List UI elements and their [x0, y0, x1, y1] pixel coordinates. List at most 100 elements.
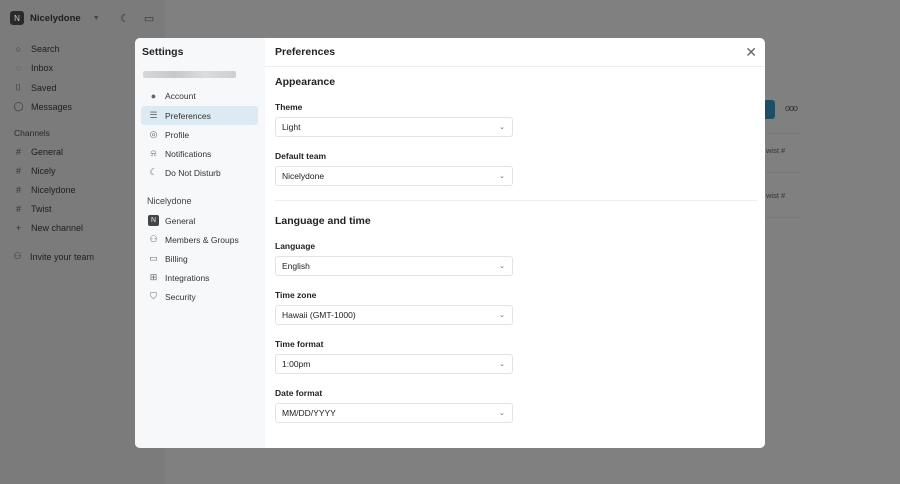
message-icon: ◯: [13, 101, 24, 111]
search-icon: ○: [15, 44, 22, 54]
chevron-down-icon: ⌄: [499, 410, 505, 417]
moon-icon: ☾: [149, 167, 158, 177]
settings-modal: Settings ● Account ☰ Preferences ◎ Profile …: [135, 38, 765, 448]
settings-item-integrations[interactable]: ⊞ Integrations: [141, 268, 258, 287]
nav-search[interactable]: ○ Search: [13, 44, 60, 54]
invite-team-button[interactable]: ⚇ Invite your team: [12, 251, 94, 262]
item-label: Members & Groups: [165, 234, 239, 245]
settings-item-dnd[interactable]: ☾ Do Not Disturb: [141, 163, 258, 182]
chevron-down-icon: ⌄: [499, 263, 505, 270]
channel-label: Nicely: [31, 166, 56, 176]
item-label: Do Not Disturb: [165, 167, 221, 178]
nav-label: Search: [31, 44, 60, 54]
channel-tag: wist #: [766, 191, 786, 200]
item-label: Preferences: [165, 110, 211, 121]
settings-item-preferences[interactable]: ☰ Preferences: [141, 106, 258, 125]
avatar-icon: ●: [150, 90, 157, 101]
channel-label: Nicelydone: [31, 185, 76, 195]
new-channel-button[interactable]: + New channel: [13, 223, 83, 233]
default-team-select[interactable]: Nicelydone ⌄: [275, 166, 513, 186]
nav-label: Messages: [31, 101, 73, 112]
team-name: Nicelydone: [30, 12, 81, 24]
theme-label: Theme: [275, 102, 303, 112]
select-value: Nicelydone: [282, 171, 325, 181]
select-value: Light: [282, 122, 301, 132]
channel-nicely[interactable]: # Nicely: [13, 166, 56, 176]
bell-icon: ⍾: [150, 148, 157, 158]
settings-item-members[interactable]: ⚇ Members & Groups: [141, 230, 258, 249]
plus-icon: +: [15, 223, 22, 233]
date-format-label: Date format: [275, 388, 323, 398]
channel-label: General: [31, 147, 64, 157]
hash-icon: #: [15, 166, 21, 176]
item-label: Notifications: [165, 148, 212, 159]
settings-item-profile[interactable]: ◎ Profile: [141, 125, 258, 144]
integrations-icon: ⊞: [149, 272, 158, 282]
timezone-label: Time zone: [275, 290, 317, 300]
nav-messages[interactable]: ◯ Messages: [13, 101, 72, 112]
select-value: Hawaii (GMT-1000): [282, 310, 356, 320]
users-icon: ⚇: [149, 234, 158, 244]
team-logo-icon: N: [148, 215, 159, 226]
close-icon[interactable]: ✕: [745, 44, 757, 61]
time-format-select[interactable]: 1:00pm ⌄: [275, 354, 513, 374]
sliders-icon: ☰: [149, 110, 158, 120]
item-label: Security: [165, 291, 196, 302]
language-time-heading: Language and time: [275, 215, 371, 227]
chevron-down-icon: ⌄: [499, 312, 505, 319]
user-email-redacted: [143, 71, 236, 78]
channel-nicelydone[interactable]: # Nicelydone: [13, 185, 76, 195]
chevron-down-icon: ⌄: [499, 361, 505, 368]
add-user-icon: ⚇: [13, 251, 22, 261]
select-value: MM/DD/YYYY: [282, 408, 336, 418]
card-icon: ▭: [149, 253, 158, 263]
item-label: Profile: [165, 129, 190, 140]
channel-label: Twist: [31, 204, 52, 214]
channel-twist[interactable]: # Twist: [13, 204, 52, 214]
team-logo-icon: N: [10, 11, 24, 25]
timezone-select[interactable]: Hawaii (GMT-1000) ⌄: [275, 305, 513, 325]
team-switcher[interactable]: N Nicelydone ▼: [10, 11, 100, 25]
inbox-icon: ◌: [15, 63, 22, 73]
sidebar-toggle-icon[interactable]: ▭: [144, 12, 154, 25]
settings-item-general[interactable]: N General: [141, 211, 258, 230]
hash-icon: #: [15, 185, 21, 195]
appearance-heading: Appearance: [275, 76, 336, 88]
preferences-panel: Preferences ✕ Appearance Theme Light ⌄ De…: [265, 38, 765, 448]
settings-item-security[interactable]: ⛉ Security: [141, 287, 258, 306]
item-label: Billing: [165, 253, 188, 264]
nav-inbox[interactable]: ◌ Inbox: [13, 63, 53, 73]
chevron-down-icon: ⌄: [499, 124, 505, 131]
divider: [275, 200, 757, 201]
channel-tag: wist #: [766, 146, 786, 155]
language-label: Language: [275, 241, 316, 251]
time-format-label: Time format: [275, 339, 324, 349]
default-team-label: Default team: [275, 151, 327, 161]
date-format-select[interactable]: MM/DD/YYYY ⌄: [275, 403, 513, 423]
channel-general[interactable]: # General: [13, 147, 63, 157]
more-icon[interactable]: ooo: [785, 103, 798, 113]
nav-label: Saved: [31, 82, 57, 93]
shield-icon: ⛉: [150, 291, 157, 301]
settings-item-account[interactable]: ● Account: [141, 86, 258, 105]
settings-item-notifications[interactable]: ⍾ Notifications: [141, 144, 258, 163]
profile-icon: ◎: [149, 129, 158, 139]
select-value: 1:00pm: [282, 359, 311, 369]
theme-select[interactable]: Light ⌄: [275, 117, 513, 137]
team-section-title: Nicelydone: [147, 196, 192, 206]
hash-icon: #: [15, 204, 21, 214]
language-select[interactable]: English ⌄: [275, 256, 513, 276]
nav-saved[interactable]: ⌷ Saved: [13, 82, 57, 93]
divider: [766, 133, 800, 134]
select-value: English: [282, 261, 310, 271]
chevron-down-icon: ▼: [92, 14, 100, 22]
bookmark-icon: ⌷: [15, 82, 22, 92]
divider: [766, 217, 800, 218]
hash-icon: #: [15, 147, 21, 157]
settings-title: Settings: [142, 46, 184, 58]
moon-icon[interactable]: ☾: [120, 12, 130, 25]
item-label: Integrations: [165, 272, 210, 283]
panel-title: Preferences: [265, 38, 765, 67]
settings-item-billing[interactable]: ▭ Billing: [141, 249, 258, 268]
new-channel-label: New channel: [31, 223, 84, 233]
